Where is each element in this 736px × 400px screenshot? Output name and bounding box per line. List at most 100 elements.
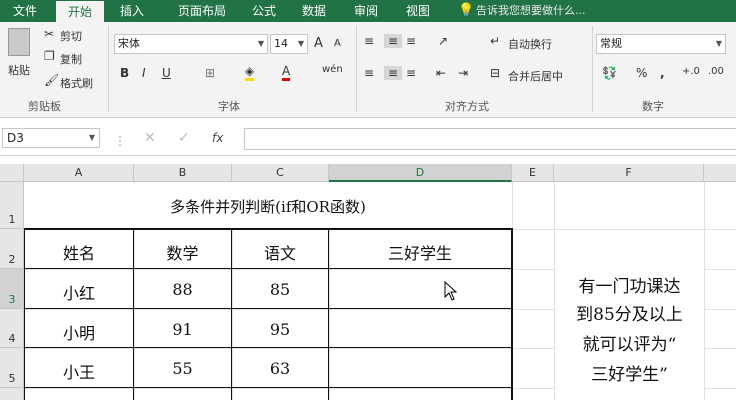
column-header-a[interactable]: A [24,164,134,182]
shrink-font-icon[interactable]: A [334,38,341,49]
row-header-6[interactable] [0,388,24,400]
grow-font-icon[interactable]: A [314,36,323,51]
tab-view[interactable]: 视图 [396,0,440,22]
decrease-decimal-icon[interactable]: .00 [708,66,724,77]
merge-center-button[interactable]: 合并后居中 [508,68,563,84]
table-cell[interactable]: 小明 [25,320,133,344]
chevron-down-icon: ▼ [88,133,95,142]
wrap-text-button[interactable]: 自动换行 [508,36,552,52]
table-border [24,387,513,388]
header-math[interactable]: 数学 [134,240,231,264]
italic-button[interactable]: I [142,66,146,80]
align-center-icon[interactable]: ≡ [384,66,402,80]
comma-button[interactable]: , [660,66,665,80]
font-size-combo[interactable]: 14 ▼ [270,34,308,54]
name-box[interactable]: D3 ▼ [2,128,100,148]
wrap-text-icon[interactable]: ↵ [490,34,500,48]
copy-icon[interactable]: ❐ [44,49,55,63]
bold-button[interactable]: B [120,66,129,80]
increase-decimal-icon[interactable]: +.0 [682,66,700,77]
column-header-d[interactable]: D [329,164,512,182]
increase-indent-icon[interactable]: ⇥ [458,66,468,80]
align-middle-icon[interactable]: ≡ [384,34,402,48]
row-header-4[interactable]: 4 [0,309,24,348]
tell-me-search[interactable]: 告诉我您想要做什么... [476,0,596,22]
table-cell[interactable]: 88 [134,280,231,299]
note-line-2[interactable]: 到85分及以上 [555,300,704,325]
percent-button[interactable]: % [636,66,647,80]
note-line-4[interactable]: 三好学生” [555,360,704,385]
note-line-1[interactable]: 有一门功课达 [555,272,704,297]
row-header-2[interactable]: 2 [0,229,24,269]
decrease-indent-icon[interactable]: ⇤ [436,66,446,80]
group-divider [108,26,109,112]
cancel-icon[interactable]: ✕ [144,130,156,146]
sheet-title[interactable]: 多条件并列判断(if和OR函数) [25,196,511,217]
phonetic-icon[interactable]: wén [322,64,343,75]
grip-icon: ⋮ [114,134,126,148]
header-name[interactable]: 姓名 [25,240,133,264]
row-header-1[interactable]: 1 [0,182,24,229]
table-cell[interactable]: 91 [134,320,231,339]
tab-home[interactable]: 开始 [56,1,104,22]
cell-ref-value: D3 [7,131,24,145]
tab-formulas[interactable]: 公式 [242,0,286,22]
column-header-e[interactable]: E [512,164,554,182]
column-header-c[interactable]: C [232,164,329,182]
number-group-label: 数字 [642,100,664,113]
tab-review[interactable]: 审阅 [344,0,388,22]
align-right-icon[interactable]: ≡ [406,66,416,80]
underline-button[interactable]: U [162,66,171,80]
header-chinese[interactable]: 语文 [232,240,328,264]
fill-color-icon[interactable]: ◈ [245,64,255,81]
paste-icon[interactable] [8,28,30,56]
column-header-g[interactable] [704,164,736,182]
copy-button[interactable]: 复制 [60,51,82,67]
tab-file[interactable]: 文件 [0,0,50,22]
cut-button[interactable]: 剪切 [60,28,82,44]
orientation-icon[interactable]: ↗ [438,34,448,48]
select-all-corner[interactable] [0,164,24,182]
borders-icon[interactable]: ⊞ [205,66,215,80]
note-line-3[interactable]: 就可以评为“ [555,330,704,355]
tab-insert[interactable]: 插入 [108,0,156,22]
currency-icon[interactable]: 💱 [602,66,617,80]
tab-page-layout[interactable]: 页面布局 [162,0,242,22]
insert-function-button[interactable]: fx [212,131,223,145]
formula-input[interactable] [244,128,736,150]
ribbon-home: 粘贴 ✂ 剪切 ❐ 复制 🖌 格式刷 剪贴板 宋体 ▼ 14 ▼ A A B I U… [0,22,736,118]
lightbulb-icon: 💡 [458,3,475,18]
table-cell[interactable]: 63 [232,359,328,378]
font-name-value: 宋体 [118,37,140,50]
font-name-combo[interactable]: 宋体 ▼ [114,34,268,54]
chevron-down-icon: ▼ [257,39,264,48]
table-cell[interactable]: 55 [134,359,231,378]
merge-center-icon[interactable]: ⊟ [490,66,500,80]
font-color-icon[interactable]: A [282,64,291,81]
align-bottom-icon[interactable]: ≡ [406,34,416,48]
header-three-good[interactable]: 三好学生 [329,240,511,264]
table-cell[interactable]: 小红 [25,280,133,304]
table-cell[interactable]: 95 [232,320,328,339]
group-divider [592,26,593,112]
paste-label[interactable]: 粘贴 [8,62,30,78]
enter-icon[interactable]: ✓ [178,130,190,146]
scissors-icon[interactable]: ✂ [44,27,54,41]
column-header-f[interactable]: F [554,164,704,182]
format-painter-icon[interactable]: 🖌 [44,73,59,87]
format-painter-button[interactable]: 格式刷 [60,75,93,91]
align-left-icon[interactable]: ≡ [364,66,374,80]
table-cell[interactable]: 小王 [25,359,133,383]
number-format-combo[interactable]: 常规 ▼ [596,34,726,54]
table-border [24,228,513,230]
tab-data[interactable]: 数据 [292,0,336,22]
align-top-icon[interactable]: ≡ [364,34,374,48]
table-border [24,347,513,348]
row-header-5[interactable]: 5 [0,348,24,388]
group-divider [356,26,357,112]
mouse-cursor-icon [444,281,458,301]
chevron-down-icon: ▼ [297,39,304,48]
column-header-b[interactable]: B [134,164,232,182]
table-cell[interactable]: 85 [232,280,328,299]
row-header-3[interactable]: 3 [0,269,24,309]
